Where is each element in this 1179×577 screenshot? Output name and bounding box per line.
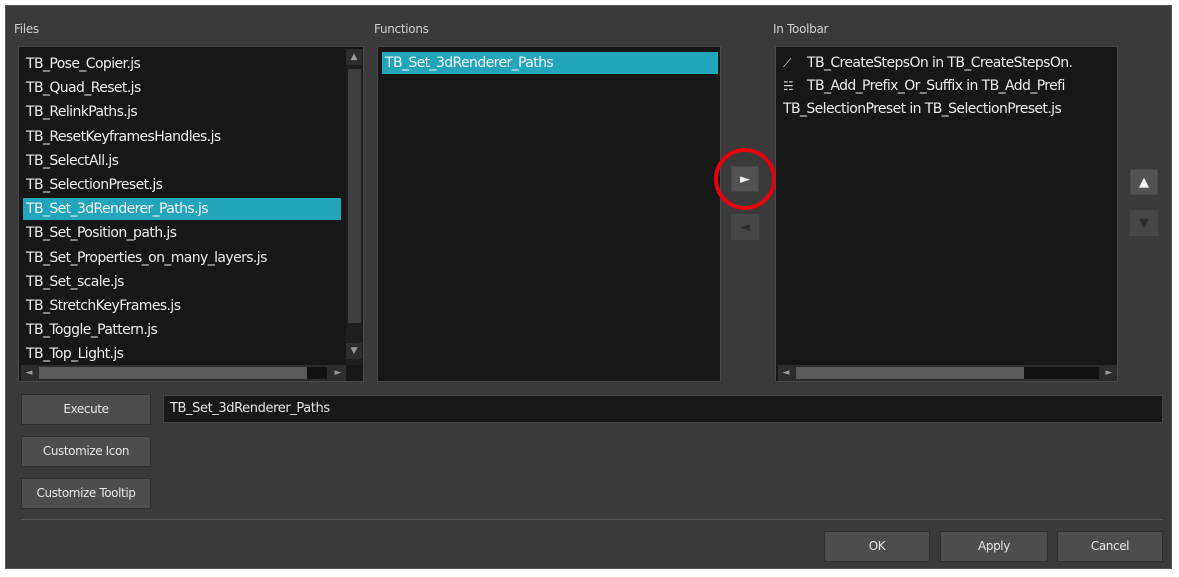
in-toolbar-list[interactable]: ⟋ TB_CreateStepsOn in TB_CreateStepsOn. ☵… (775, 46, 1118, 382)
prefix-suffix-icon: ☵ (783, 79, 794, 93)
list-item[interactable]: TB_RelinkPaths.js (23, 101, 341, 123)
in-toolbar-label: In Toolbar (773, 22, 829, 36)
highlight-circle (714, 148, 776, 210)
list-item[interactable]: TB_Set_3dRenderer_Paths.js (23, 198, 341, 221)
toolbar-item-label: TB_Add_Prefix_Or_Suffix in TB_Add_Prefi (807, 78, 1065, 94)
scroll-right-icon[interactable]: ► (1101, 365, 1117, 381)
files-label: Files (14, 22, 39, 36)
scrollbar-thumb[interactable] (348, 69, 361, 323)
ok-button[interactable]: OK (824, 531, 930, 562)
steps-icon: ⟋ (783, 56, 791, 70)
function-name-field[interactable]: TB_Set_3dRenderer_Paths (163, 395, 1163, 423)
list-item[interactable]: TB_SelectionPreset.js (23, 174, 341, 196)
customize-icon-button[interactable]: Customize Icon (21, 436, 151, 467)
list-item[interactable]: ☵ TB_Add_Prefix_Or_Suffix in TB_Add_Prefi (780, 75, 1116, 97)
scroll-down-icon[interactable]: ▼ (346, 343, 362, 359)
scroll-left-icon[interactable]: ◄ (21, 365, 37, 381)
toolbar-item-label: TB_CreateStepsOn in TB_CreateStepsOn. (807, 55, 1073, 71)
scrollbar-thumb[interactable] (796, 367, 1024, 379)
configure-toolbar-dialog: Files Functions In Toolbar TB_Pose_Copie… (5, 5, 1172, 569)
files-list[interactable]: TB_Pose_Copier.js TB_Quad_Reset.js TB_Reli… (18, 46, 364, 382)
remove-from-toolbar-button[interactable]: ◄ (731, 214, 759, 240)
scrollbar-thumb[interactable] (39, 367, 307, 379)
list-item[interactable]: TB_StretchKeyFrames.js (23, 295, 341, 317)
list-item[interactable]: TB_Toggle_Pattern.js (23, 319, 341, 341)
scroll-right-icon[interactable]: ► (330, 365, 346, 381)
scrollbar-track (1024, 367, 1099, 379)
scrollbar-track (307, 367, 327, 379)
move-down-button[interactable]: ▼ (1130, 210, 1158, 236)
toolbar-item-label: TB_SelectionPreset in TB_SelectionPreset… (783, 101, 1062, 117)
list-item[interactable]: TB_Pose_Copier.js (23, 53, 341, 75)
toolbar-horizontal-scrollbar[interactable]: ◄ ► (778, 365, 1117, 381)
scroll-left-icon[interactable]: ◄ (778, 365, 794, 381)
list-item[interactable]: TB_ResetKeyframesHandles.js (23, 126, 341, 148)
functions-label: Functions (374, 22, 429, 36)
list-item[interactable]: TB_SelectionPreset in TB_SelectionPreset… (780, 98, 1116, 120)
functions-list[interactable]: TB_Set_3dRenderer_Paths (377, 46, 721, 382)
execute-button[interactable]: Execute (21, 394, 151, 425)
list-item[interactable]: TB_Quad_Reset.js (23, 77, 341, 99)
scroll-up-icon[interactable]: ▲ (346, 49, 362, 65)
list-item[interactable]: TB_Top_Light.js (23, 343, 341, 365)
list-item[interactable]: ⟋ TB_CreateStepsOn in TB_CreateStepsOn. (780, 52, 1116, 74)
move-up-button[interactable]: ▲ (1130, 169, 1158, 195)
files-horizontal-scrollbar[interactable]: ◄ ► (21, 365, 346, 381)
list-item[interactable]: TB_Set_Properties_on_many_layers.js (23, 247, 341, 269)
divider (21, 519, 1163, 520)
list-item[interactable]: TB_Set_Position_path.js (23, 222, 341, 244)
list-item[interactable]: TB_Set_scale.js (23, 271, 341, 293)
list-item[interactable]: TB_Set_3dRenderer_Paths (382, 52, 718, 74)
customize-tooltip-button[interactable]: Customize Tooltip (21, 478, 151, 509)
apply-button[interactable]: Apply (940, 531, 1048, 562)
files-vertical-scrollbar[interactable]: ▲ ▼ (346, 49, 363, 365)
cancel-button[interactable]: Cancel (1057, 531, 1163, 562)
list-item[interactable]: TB_SelectAll.js (23, 150, 341, 172)
